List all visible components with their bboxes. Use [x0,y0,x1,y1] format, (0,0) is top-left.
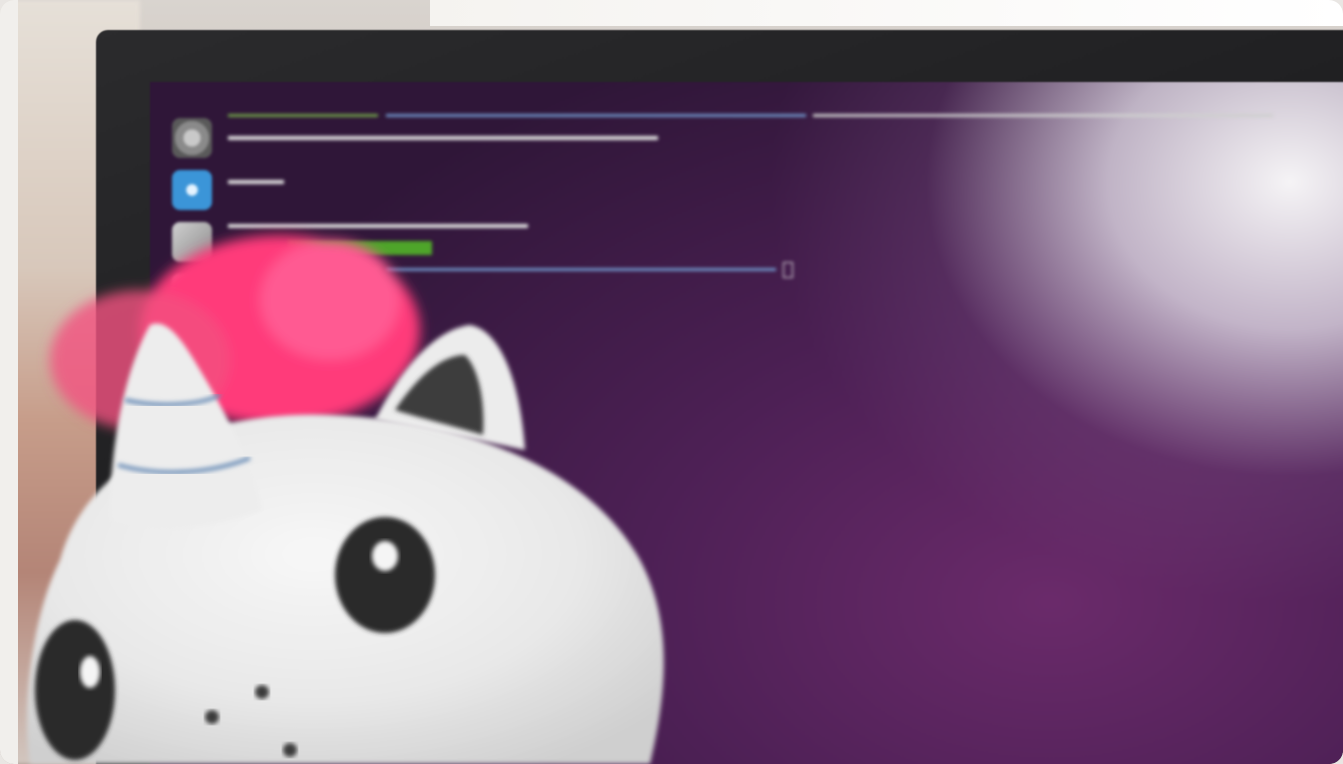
eye-highlight [80,656,100,688]
freckle [283,743,297,757]
plush-eye-right [335,517,435,633]
plush-eye-left [35,620,115,760]
freckle [255,685,269,699]
pink-mane [50,235,420,430]
eye-highlight [372,541,398,571]
photo [0,0,1343,764]
unicorn-cat-plush [26,235,664,764]
freckle [205,710,219,724]
photo-border [0,0,18,764]
